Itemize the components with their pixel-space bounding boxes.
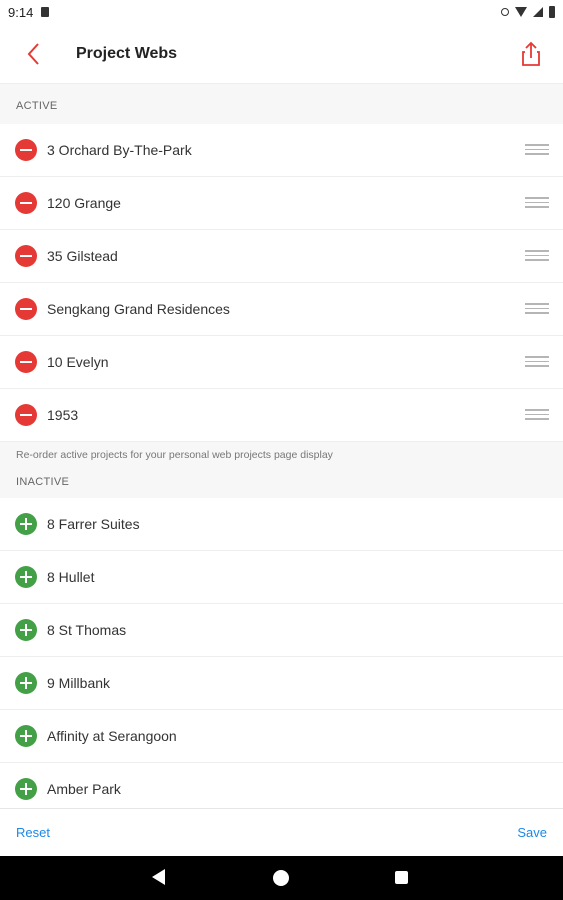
status-time: 9:14: [8, 4, 34, 20]
status-bar: 9:14: [0, 0, 563, 24]
inactive-list: 8 Farrer Suites 8 Hullet 8 St Thomas 9 Mill…: [0, 498, 563, 808]
remove-circle-icon[interactable]: [15, 245, 37, 267]
remove-circle-icon[interactable]: [15, 139, 37, 161]
location-icon: [501, 8, 509, 16]
project-name: 10 Evelyn: [47, 354, 109, 370]
remove-circle-icon[interactable]: [15, 404, 37, 426]
active-project-row[interactable]: 35 Gilstead: [0, 230, 563, 283]
status-right: [501, 6, 555, 18]
add-circle-icon[interactable]: [15, 672, 37, 694]
app-bar: Project Webs: [0, 24, 563, 84]
project-name: 120 Grange: [47, 195, 121, 211]
battery-icon: [549, 6, 555, 18]
remove-circle-icon[interactable]: [15, 298, 37, 320]
active-project-row[interactable]: 10 Evelyn: [0, 336, 563, 389]
drag-handle-icon[interactable]: [525, 356, 549, 368]
share-button[interactable]: [515, 38, 547, 70]
inactive-project-row[interactable]: Amber Park: [0, 763, 563, 808]
reset-button[interactable]: Reset: [16, 825, 50, 840]
system-nav-bar: [0, 856, 563, 900]
inactive-project-row[interactable]: 8 Farrer Suites: [0, 498, 563, 551]
wifi-icon: [515, 7, 527, 17]
inactive-project-row[interactable]: 8 Hullet: [0, 551, 563, 604]
drag-handle-icon[interactable]: [525, 303, 549, 315]
active-list: 3 Orchard By-The-Park 120 Grange 35 Gilste…: [0, 124, 563, 442]
nav-back-icon[interactable]: [152, 869, 165, 885]
active-project-row[interactable]: Sengkang Grand Residences: [0, 283, 563, 336]
back-button[interactable]: [18, 38, 50, 70]
project-name: Amber Park: [47, 781, 121, 797]
add-circle-icon[interactable]: [15, 566, 37, 588]
bottom-action-bar: Reset Save: [0, 808, 563, 856]
sd-card-icon: [41, 7, 50, 17]
project-name: 8 Farrer Suites: [47, 516, 140, 532]
active-section-header: ACTIVE: [16, 100, 58, 112]
add-circle-icon[interactable]: [15, 619, 37, 641]
inactive-section-header: INACTIVE: [16, 476, 70, 488]
project-name: 35 Gilstead: [47, 248, 118, 264]
drag-handle-icon[interactable]: [525, 250, 549, 262]
share-icon: [522, 41, 540, 66]
project-name: Sengkang Grand Residences: [47, 301, 230, 317]
status-left: 9:14: [8, 4, 50, 20]
nav-recents-icon[interactable]: [395, 871, 408, 884]
active-project-row[interactable]: 3 Orchard By-The-Park: [0, 124, 563, 177]
project-name: 8 Hullet: [47, 569, 95, 585]
active-project-row[interactable]: 1953: [0, 389, 563, 442]
add-circle-icon[interactable]: [15, 778, 37, 800]
signal-icon: [533, 7, 543, 17]
remove-circle-icon[interactable]: [15, 192, 37, 214]
project-name: 9 Millbank: [47, 675, 111, 691]
drag-handle-icon[interactable]: [525, 409, 549, 421]
drag-handle-icon[interactable]: [525, 197, 549, 209]
add-circle-icon[interactable]: [15, 725, 37, 747]
inactive-project-row[interactable]: 9 Millbank: [0, 657, 563, 710]
active-project-row[interactable]: 120 Grange: [0, 177, 563, 230]
drag-handle-icon[interactable]: [525, 144, 549, 156]
inactive-project-row[interactable]: Affinity at Serangoon: [0, 710, 563, 763]
nav-home-icon[interactable]: [273, 870, 289, 886]
add-circle-icon[interactable]: [15, 513, 37, 535]
project-name: 3 Orchard By-The-Park: [47, 142, 192, 158]
project-list[interactable]: ACTIVE 3 Orchard By-The-Park 120 Grange 35…: [0, 84, 563, 808]
page-title: Project Webs: [76, 45, 178, 62]
project-name: 1953: [47, 407, 79, 423]
save-button[interactable]: Save: [517, 825, 547, 840]
project-name: Affinity at Serangoon: [47, 728, 177, 744]
reorder-hint: Re-order active projects for your person…: [16, 449, 333, 461]
inactive-project-row[interactable]: 8 St Thomas: [0, 604, 563, 657]
chevron-left-icon: [27, 43, 39, 65]
project-name: 8 St Thomas: [47, 622, 127, 638]
remove-circle-icon[interactable]: [15, 351, 37, 373]
